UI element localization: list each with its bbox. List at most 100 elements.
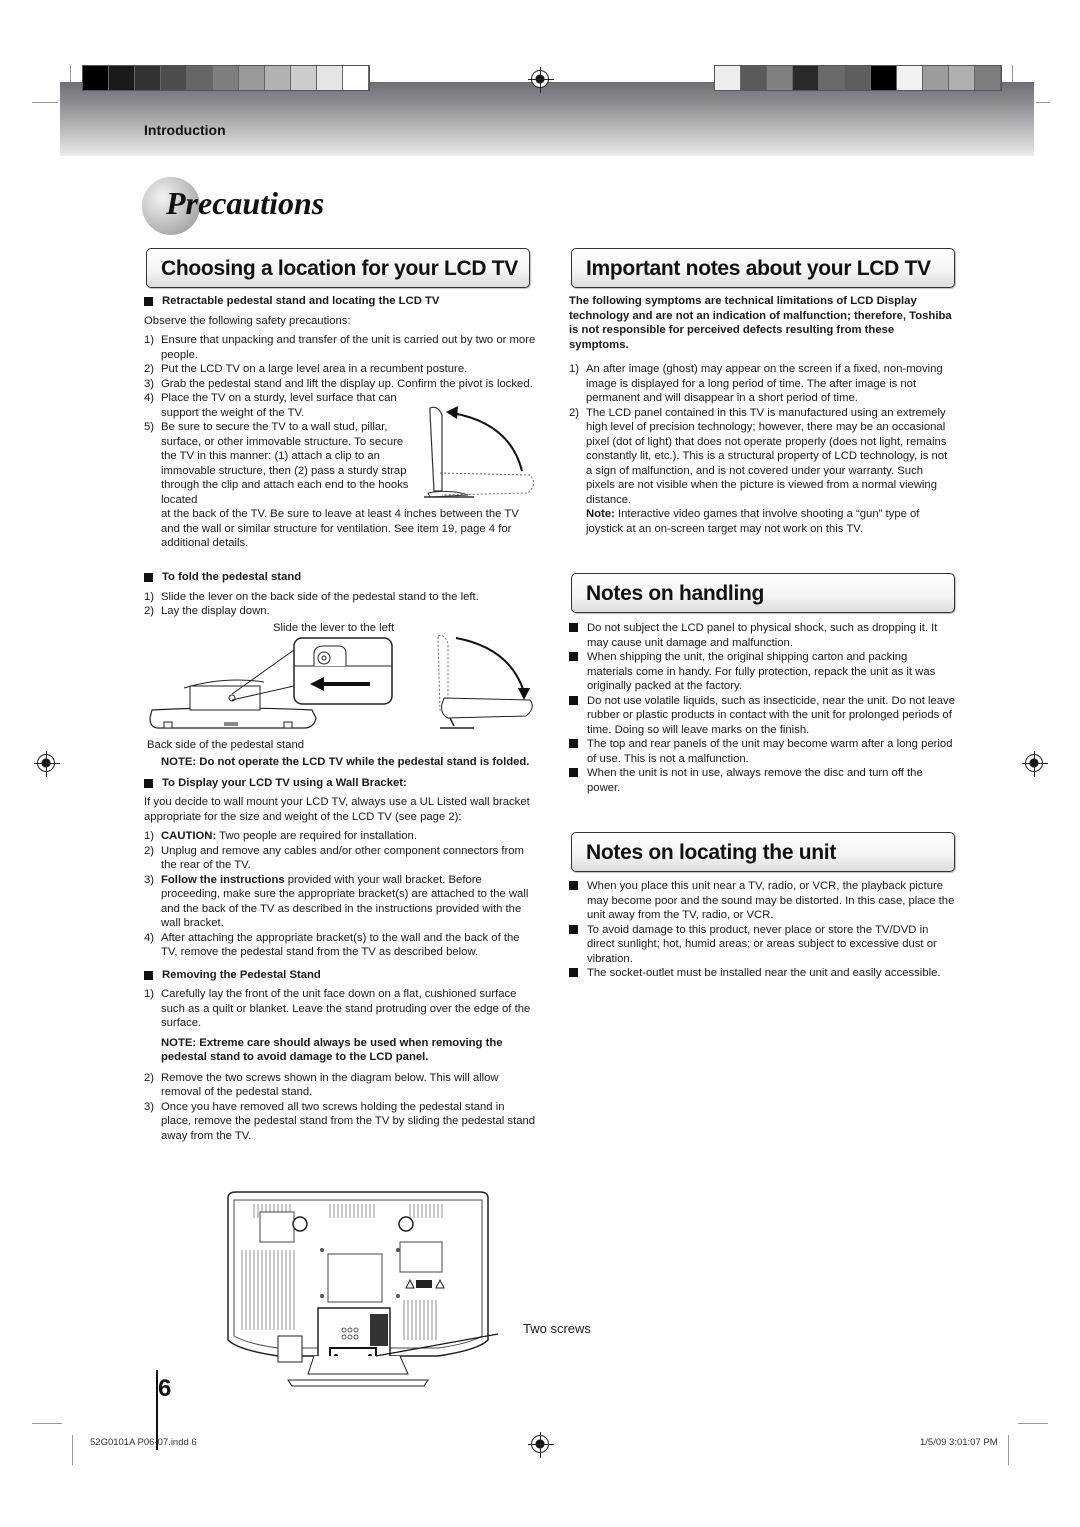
color-swatch (83, 66, 109, 90)
color-swatch (871, 66, 897, 90)
color-swatch (923, 66, 949, 90)
subheading: To Display your LCD TV using a Wall Brac… (144, 776, 536, 791)
list-item: 3) Follow the instructions provided with … (144, 873, 529, 930)
color-bar-left (82, 65, 370, 91)
color-swatch (317, 66, 343, 90)
list-item: 1) Slide the lever on the back side of th… (144, 590, 479, 603)
list-item: at the back of the TV. Be sure to leave … (161, 508, 519, 549)
square-bullet-icon (144, 970, 153, 980)
section-heading-location: Choosing a location for your LCD TV (146, 248, 530, 288)
square-bullet-icon (569, 768, 578, 777)
square-bullet-icon (144, 573, 153, 582)
list-item: 1) Carefully lay the front of the unit fa… (144, 988, 531, 1029)
note-text: NOTE: Extreme care should always be used… (161, 1036, 503, 1064)
color-swatch (975, 66, 1001, 90)
color-swatch (741, 66, 767, 90)
subheading: To fold the pedestal stand (144, 570, 536, 585)
fold-stand-section: To fold the pedestal stand 1) Slide the l… (144, 570, 536, 619)
square-bullet-icon (569, 623, 578, 632)
crop-mark (1008, 1435, 1009, 1465)
section-heading-important-notes: Important notes about your LCD TV (571, 248, 955, 288)
paragraph: Observe the following safety precautions… (144, 314, 351, 327)
tv-lay-down-diagram (437, 635, 533, 729)
color-swatch (265, 66, 291, 90)
wall-bracket-section: NOTE: Do not operate the LCD TV while th… (144, 755, 536, 1143)
list-item: When shipping the unit, the original shi… (569, 650, 955, 694)
intro-text: The following symptoms are technical lim… (569, 295, 952, 351)
header-band: Introduction (60, 82, 1034, 156)
color-swatch (109, 66, 135, 90)
color-swatch (135, 66, 161, 90)
footer-filename: 52G0101A P06-07.indd 6 (90, 1437, 197, 1448)
color-swatch (187, 66, 213, 90)
list-item: The top and rear panels of the unit may … (569, 737, 955, 766)
list-item: 5) Be sure to secure the TV to a wall stu… (144, 421, 409, 506)
square-bullet-icon (569, 739, 578, 748)
color-swatch (161, 66, 187, 90)
registration-mark-icon (1022, 751, 1048, 777)
color-swatch (897, 66, 923, 90)
color-swatch (767, 66, 793, 90)
locating-section: When you place this unit near a TV, radi… (569, 879, 955, 981)
footer-timestamp: 1/5/09 3:01:07 PM (920, 1437, 998, 1448)
list-item: The socket-outlet must be installed near… (569, 966, 955, 981)
crop-mark (1018, 1423, 1048, 1424)
list-item: 2) The LCD panel contained in this TV is … (569, 406, 948, 535)
numbered-list: 1) CAUTION: Two people are required for i… (144, 829, 536, 960)
color-swatch (343, 66, 369, 90)
color-swatch (213, 66, 239, 90)
numbered-list: 1) Carefully lay the front of the unit fa… (144, 987, 536, 1031)
section-label: Introduction (144, 122, 226, 138)
list-item: 1) An after image (ghost) may appear on t… (569, 363, 943, 404)
tv-tilt-up-diagram (424, 406, 534, 498)
square-bullet-icon (569, 924, 578, 934)
handling-section: Do not subject the LCD panel to physical… (569, 621, 955, 795)
subheading: Retractable pedestal stand and locating … (144, 294, 536, 309)
crop-mark (72, 1435, 73, 1465)
square-bullet-icon (569, 695, 578, 705)
crop-mark (1036, 102, 1050, 103)
color-swatch (239, 66, 265, 90)
list-item: 2) Put the LCD TV on a large level area i… (144, 363, 468, 375)
list-item: 2) Lay the display down. (144, 605, 270, 617)
figure-label-two-screws: Two screws (523, 1321, 591, 1336)
square-bullet-icon (144, 297, 153, 306)
list-item: 3) Once you have removed all two screws h… (144, 1100, 536, 1142)
section-heading-handling: Notes on handling (571, 573, 955, 613)
paragraph: If you decide to wall mount your LCD TV,… (144, 796, 530, 823)
list-item: 1) CAUTION: Two people are required for i… (144, 830, 417, 842)
pedestal-lever-diagram (149, 637, 393, 729)
note-text: NOTE: Do not operate the LCD TV while th… (161, 756, 530, 768)
numbered-list: 1) Slide the lever on the back side of th… (144, 590, 536, 619)
list-item: 3) Grab the pedestal stand and lift the d… (144, 377, 533, 390)
color-bar-right (714, 65, 1002, 91)
list-item: 2) Remove the two screws shown in the dia… (144, 1071, 499, 1099)
figure-caption: Back side of the pedestal stand (147, 739, 305, 751)
list-item: 2) Unplug and remove any cables and/or ot… (144, 844, 524, 872)
square-bullet-icon (569, 881, 578, 890)
registration-mark-icon (528, 67, 554, 93)
tv-rear-screws-diagram (227, 1191, 498, 1387)
list-item: 4) After attaching the appropriate bracke… (144, 931, 520, 959)
square-bullet-icon (569, 968, 578, 977)
color-swatch (845, 66, 871, 90)
numbered-list: 1) An after image (ghost) may appear on t… (569, 362, 955, 536)
important-notes-section: The following symptoms are technical lim… (569, 294, 955, 536)
color-swatch (793, 66, 819, 90)
crop-mark (32, 102, 58, 103)
color-swatch (949, 66, 975, 90)
square-bullet-icon (569, 652, 578, 661)
page-number: 6 (158, 1375, 172, 1402)
numbered-list: 2) Remove the two screws shown in the dia… (144, 1071, 536, 1144)
list-item: When the unit is not in use, always remo… (569, 766, 955, 795)
color-swatch (819, 66, 845, 90)
section-heading-locating: Notes on locating the unit (571, 832, 955, 872)
figure-caption: Slide the lever to the left (273, 622, 395, 634)
list-item: When you place this unit near a TV, radi… (569, 879, 955, 923)
list-item: Do not subject the LCD panel to physical… (569, 621, 955, 650)
bullet-list: When you place this unit near a TV, radi… (569, 879, 955, 981)
registration-mark-icon (528, 1432, 554, 1458)
crop-mark (32, 1423, 62, 1424)
bullet-list: Do not subject the LCD panel to physical… (569, 621, 955, 795)
color-swatch (715, 66, 741, 90)
